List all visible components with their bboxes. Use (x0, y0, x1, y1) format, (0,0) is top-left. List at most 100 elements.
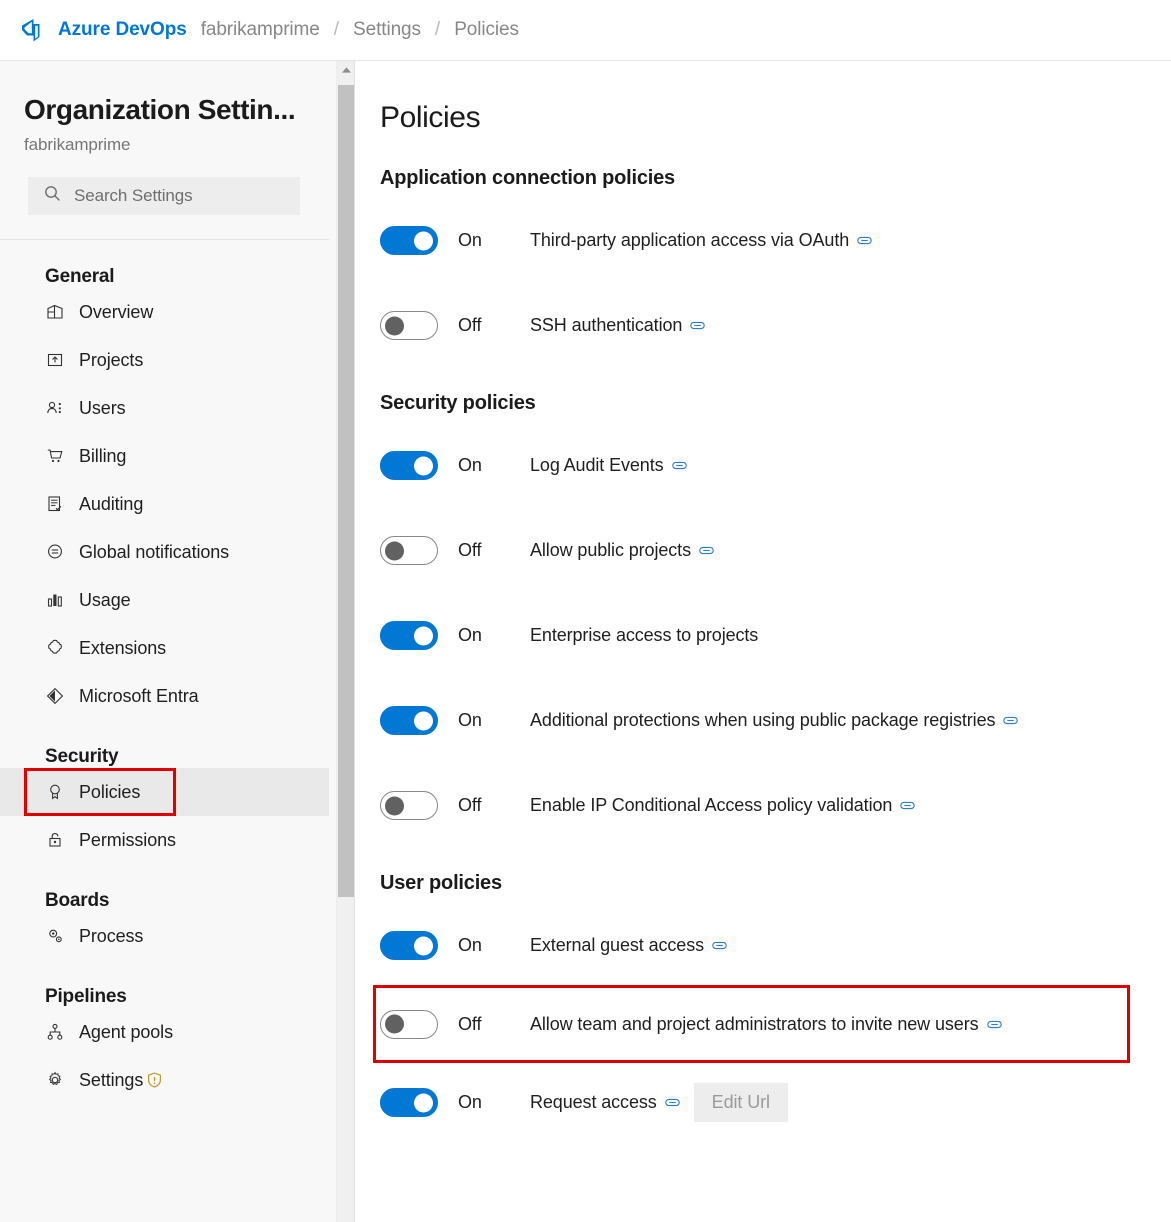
toggle-state-label: On (458, 1092, 482, 1112)
organization-name: fabrikamprime (24, 135, 131, 154)
toggle-enterprise-access[interactable] (380, 621, 438, 650)
scrollbar-thumb[interactable] (338, 85, 354, 897)
toggle-knob (414, 456, 433, 475)
section-title: Application connection policies (380, 167, 675, 189)
page-title-organization-settings: Organization Settin... (24, 94, 296, 125)
toggle-allow-admins-invite-users[interactable] (380, 1009, 438, 1039)
sidebar-item-label: Projects (79, 349, 144, 370)
toggle-knob (385, 1014, 404, 1034)
link-icon[interactable] (690, 319, 706, 332)
toggle-external-guest-access[interactable] (380, 931, 438, 960)
policy-label: Enterprise access to projects (530, 625, 759, 645)
toggle-knob (414, 231, 433, 250)
policy-label-wrapper: Enable IP Conditional Access policy vali… (530, 795, 916, 816)
sidebar-item-projects[interactable]: Projects (0, 336, 329, 384)
toggle-ip-conditional-access[interactable] (380, 791, 438, 820)
policy-label-wrapper: Allow team and project administrators to… (530, 1014, 1002, 1035)
link-icon[interactable] (1003, 714, 1019, 727)
sidebar-item-label: Process (79, 925, 144, 946)
sidebar-item-billing[interactable]: Billing (0, 432, 329, 480)
toggle-request-access[interactable] (380, 1088, 438, 1117)
policy-row-allow-admins-invite-users: Off Allow team and project administrator… (373, 985, 1130, 1063)
sidebar-group-pipelines: Pipelines (45, 986, 127, 1007)
sidebar-item-users[interactable]: Users (0, 384, 329, 432)
projects-icon (45, 350, 65, 370)
policies-ribbon-icon (45, 782, 65, 802)
toggle-log-audit-events[interactable] (380, 451, 438, 480)
notifications-icon (45, 542, 65, 562)
search-placeholder: Search Settings (74, 186, 193, 205)
sidebar-item-settings[interactable]: Settings (0, 1056, 329, 1104)
policy-label: SSH authentication (530, 315, 683, 335)
link-icon[interactable] (712, 939, 727, 952)
scroll-up-arrow-icon[interactable] (337, 61, 354, 79)
policy-label-wrapper: Enterprise access to projects (530, 625, 758, 646)
toggle-knob (414, 936, 433, 955)
section-title: User policies (380, 872, 502, 894)
link-icon[interactable] (699, 544, 714, 557)
sidebar-scrollbar[interactable] (336, 61, 354, 1222)
link-icon[interactable] (664, 1096, 680, 1109)
policy-label: Third-party application access via OAuth (530, 230, 850, 250)
toggle-knob (414, 711, 433, 730)
policy-label: Allow team and project administrators to… (530, 1013, 979, 1034)
breadcrumb-organization[interactable]: fabrikamprime (201, 19, 320, 41)
sidebar-nav-list: General Overview Projects Users Billing (0, 240, 354, 1104)
gear-icon (45, 1070, 65, 1090)
toggle-state-label: Off (458, 795, 482, 815)
policy-label: External guest access (530, 935, 704, 955)
breadcrumb-settings[interactable]: Settings (353, 19, 421, 41)
toggle-knob (385, 541, 404, 560)
breadcrumb-separator: / (333, 19, 340, 40)
sidebar-item-label: Usage (79, 589, 131, 610)
link-icon[interactable] (857, 234, 872, 247)
microsoft-entra-icon (45, 686, 65, 706)
sidebar-group-boards: Boards (45, 890, 110, 911)
link-icon[interactable] (900, 799, 916, 812)
toggle-knob (385, 316, 404, 335)
sidebar-item-label: Settings (79, 1069, 144, 1090)
top-header-bar: Azure DevOps fabrikamprime / Settings / … (0, 0, 1171, 61)
policy-label-wrapper: Additional protections when using public… (530, 710, 1019, 731)
search-settings-input[interactable]: Search Settings (28, 177, 300, 215)
policy-row-log-audit-events: On Log Audit Events (380, 437, 1171, 494)
sidebar-item-microsoft-entra[interactable]: Microsoft Entra (0, 672, 329, 720)
toggle-third-party-oauth[interactable] (380, 226, 438, 255)
toggle-ssh-authentication[interactable] (380, 311, 438, 340)
sidebar-item-label: Extensions (79, 637, 167, 658)
azure-devops-logo-icon[interactable] (14, 13, 48, 47)
brand-title[interactable]: Azure DevOps (58, 19, 187, 41)
policy-label-wrapper: Request access Edit Url (530, 1083, 788, 1122)
sidebar-item-global-notifications[interactable]: Global notifications (0, 528, 329, 576)
section-user-policies: User policies On External guest access O… (373, 872, 1171, 1131)
sidebar-item-permissions[interactable]: Permissions (0, 816, 329, 864)
sidebar-item-agent-pools[interactable]: Agent pools (0, 1008, 329, 1056)
sidebar-item-process[interactable]: Process (0, 912, 329, 960)
permissions-lock-icon (45, 830, 65, 850)
toggle-knob (385, 796, 404, 815)
sidebar-item-label: Global notifications (79, 541, 230, 562)
toggle-state-label: On (458, 625, 482, 645)
breadcrumb-separator: / (434, 19, 441, 40)
toggle-state-label: On (458, 710, 482, 730)
sidebar-item-usage[interactable]: Usage (0, 576, 329, 624)
auditing-icon (45, 494, 65, 514)
link-icon[interactable] (986, 1018, 1002, 1031)
sidebar-item-extensions[interactable]: Extensions (0, 624, 329, 672)
policy-label-wrapper: SSH authentication (530, 315, 706, 336)
sidebar-item-label: Permissions (79, 829, 176, 850)
sidebar-item-policies[interactable]: Policies (24, 768, 176, 816)
breadcrumb-policies[interactable]: Policies (454, 19, 519, 41)
sidebar-item-label: Users (79, 397, 126, 418)
toggle-allow-public-projects[interactable] (380, 536, 438, 565)
sidebar-item-label: Billing (79, 445, 127, 466)
sidebar-item-label: Agent pools (79, 1021, 173, 1042)
policy-label-wrapper: Log Audit Events (530, 455, 687, 476)
link-icon[interactable] (671, 459, 687, 472)
sidebar-item-overview[interactable]: Overview (0, 288, 329, 336)
edit-url-button[interactable]: Edit Url (693, 1083, 788, 1122)
toggle-additional-protections[interactable] (380, 706, 438, 735)
sidebar-header: Organization Settin... fabrikamprime (0, 61, 354, 155)
sidebar-item-auditing[interactable]: Auditing (0, 480, 329, 528)
overview-icon (45, 302, 65, 322)
